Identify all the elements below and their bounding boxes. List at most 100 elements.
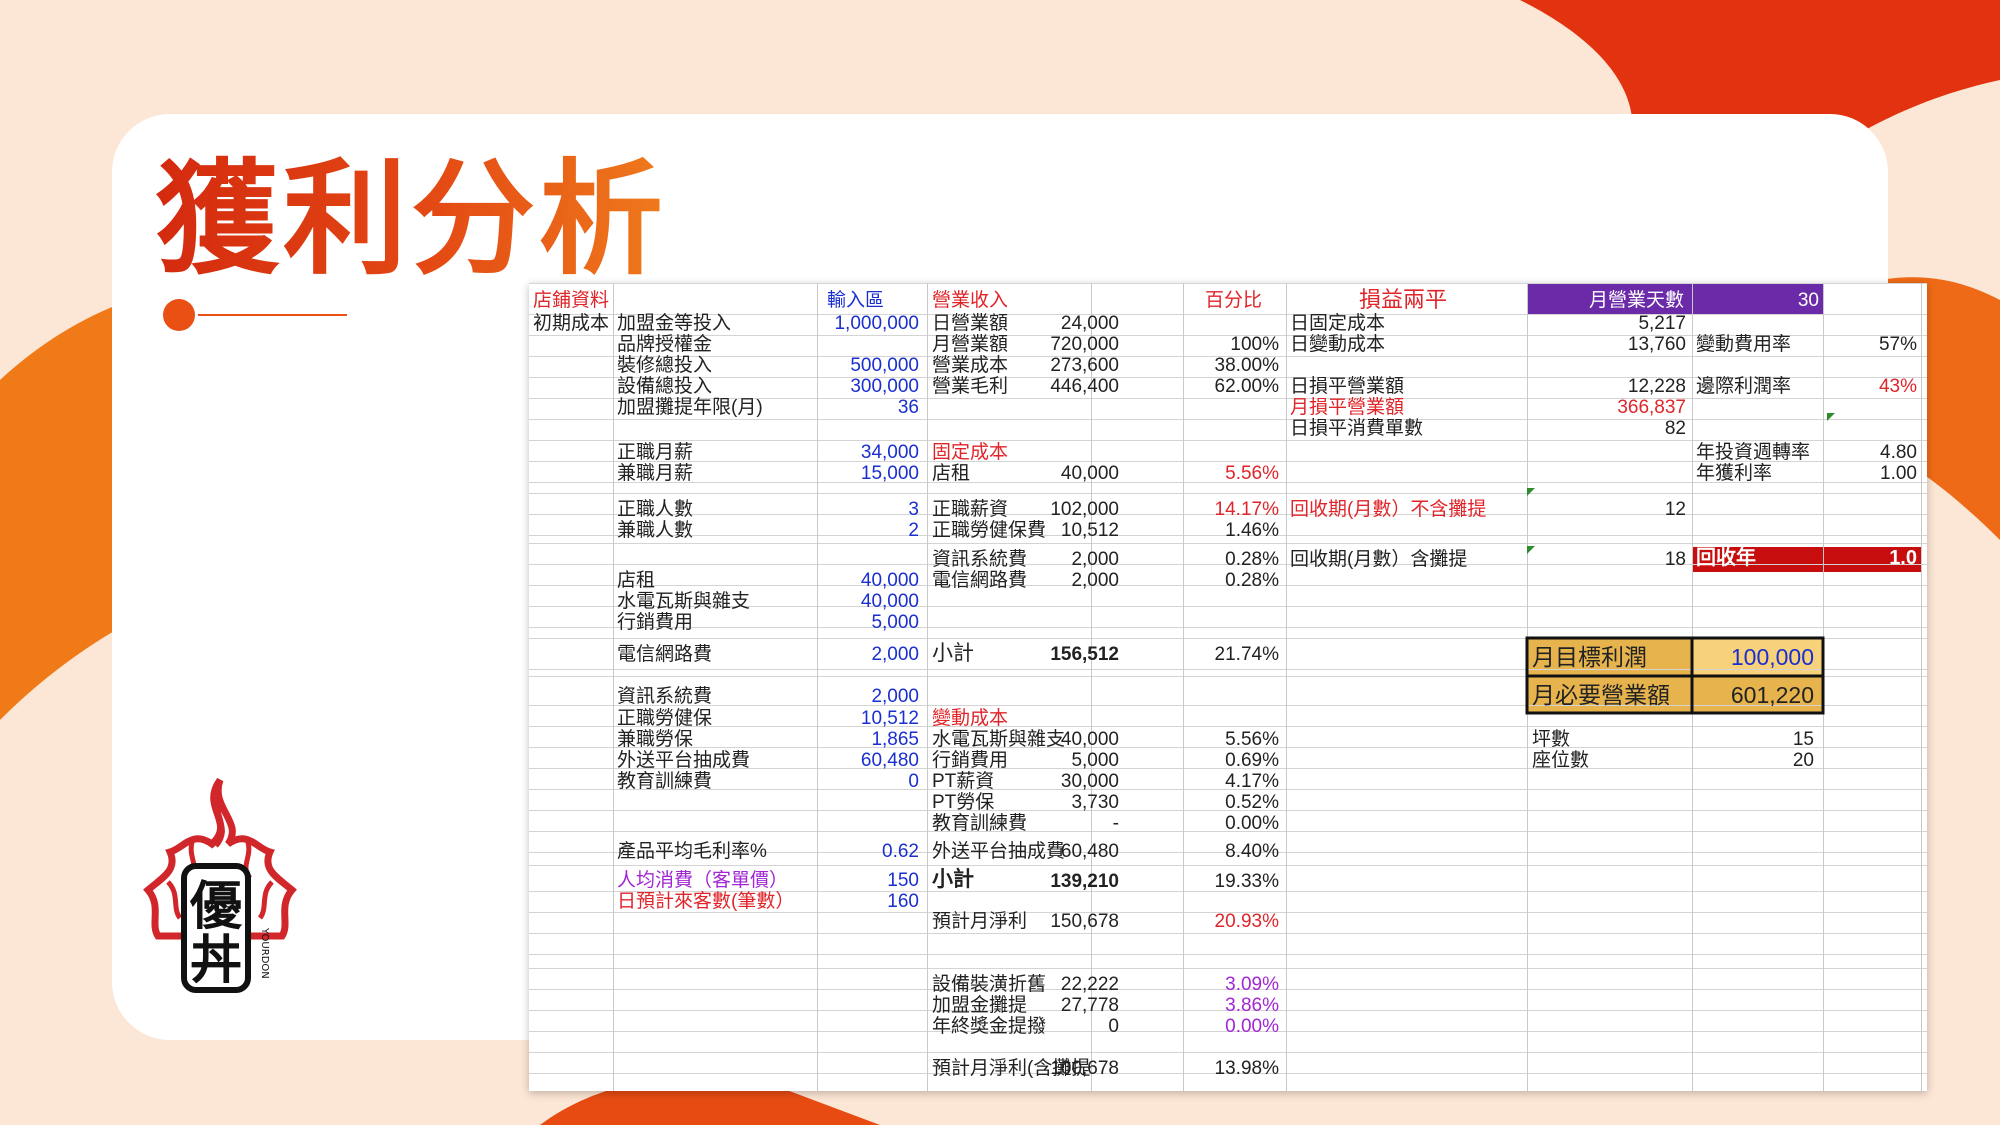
ft-insurance-label: 正職勞健保 bbox=[617, 708, 713, 729]
rev-cogs-value: 273,600 bbox=[1050, 355, 1119, 376]
rev-ft-salary-value: 102,000 bbox=[1050, 499, 1119, 520]
ft-insurance-input[interactable]: 10,512 bbox=[779, 709, 919, 729]
depreciation-value: 22,222 bbox=[1060, 974, 1119, 995]
daily-customers-input[interactable]: 160 bbox=[779, 892, 919, 912]
variable-cost-header: 變動成本 bbox=[932, 708, 1009, 729]
payback-incl-value: 18 bbox=[1664, 549, 1686, 570]
it-system-label: 資訊系統費 bbox=[617, 686, 713, 707]
var-subtotal-label: 小計 bbox=[932, 868, 974, 891]
profit-analysis-spreadsheet: 店鋪資料 輸入區 營業收入 百分比 損益兩平 月營業天數 30 初期成本 加盟金… bbox=[529, 283, 1927, 1091]
rev-cogs-pct: 38.00% bbox=[1214, 355, 1279, 376]
rev-ft-salary-pct: 14.17% bbox=[1214, 499, 1279, 520]
daily-fixed-label: 日固定成本 bbox=[1290, 313, 1386, 334]
telecom-input[interactable]: 2,000 bbox=[779, 645, 919, 665]
seats-value: 20 bbox=[1792, 750, 1814, 771]
ft-salary-label: 正職月薪 bbox=[617, 442, 694, 463]
rev-gross-value: 446,400 bbox=[1050, 376, 1119, 397]
marketing-input[interactable]: 5,000 bbox=[779, 613, 919, 633]
margin-rate-label: 邊際利潤率 bbox=[1696, 376, 1792, 397]
target-profit-label: 月目標利潤 bbox=[1532, 644, 1647, 670]
rev-rent-pct: 5.56% bbox=[1225, 463, 1279, 484]
fixed-subtotal-value: 156,512 bbox=[1050, 644, 1119, 665]
amort-months-input[interactable]: 36 bbox=[779, 398, 919, 418]
gross-margin-label: 產品平均毛利率% bbox=[617, 841, 767, 862]
rev-delivery-pct: 8.40% bbox=[1225, 841, 1279, 862]
var-subtotal-value: 139,210 bbox=[1050, 871, 1119, 892]
daily-variable-value: 13,760 bbox=[1627, 334, 1686, 355]
renovation-input[interactable]: 500,000 bbox=[779, 356, 919, 376]
payback-year-value: 1.0 bbox=[1889, 547, 1917, 569]
header-revenue: 營業收入 bbox=[932, 290, 1009, 311]
daily-variable-label: 日變動成本 bbox=[1290, 334, 1386, 355]
avg-ticket-input[interactable]: 150 bbox=[779, 871, 919, 891]
ft-salary-input[interactable]: 34,000 bbox=[779, 443, 919, 463]
amort-months-label: 加盟攤提年限(月) bbox=[617, 397, 763, 418]
logo-char-top: 優 bbox=[189, 877, 243, 937]
ping-value: 15 bbox=[1792, 729, 1814, 750]
rev-monthly-value: 720,000 bbox=[1050, 334, 1119, 355]
bonus-value: 0 bbox=[1108, 1016, 1119, 1037]
rev-daily-value: 24,000 bbox=[1060, 313, 1119, 334]
monthly-be-sales-label: 月損平營業額 bbox=[1290, 397, 1405, 418]
net-with-amort-pct: 13.98% bbox=[1214, 1058, 1279, 1079]
daily-be-count-label: 日損平消費單數 bbox=[1290, 418, 1424, 439]
header-input-area: 輸入區 bbox=[827, 290, 885, 311]
header-breakeven: 損益兩平 bbox=[1359, 287, 1448, 312]
pt-salary-label: 兼職月薪 bbox=[617, 463, 694, 484]
target-profit-input[interactable]: 100,000 bbox=[1694, 645, 1814, 669]
rev-it-system-pct: 0.28% bbox=[1225, 549, 1279, 570]
required-sales-value: 601,220 bbox=[1730, 682, 1814, 708]
training-label: 教育訓練費 bbox=[617, 771, 713, 792]
rev-marketing-pct: 0.69% bbox=[1225, 750, 1279, 771]
rev-pt-insurance-pct: 0.52% bbox=[1225, 792, 1279, 813]
equipment-input[interactable]: 300,000 bbox=[779, 377, 919, 397]
var-rate-value: 57% bbox=[1878, 334, 1917, 355]
pt-count-input[interactable]: 2 bbox=[779, 521, 919, 541]
rev-training-pct: 0.00% bbox=[1225, 813, 1279, 834]
pt-insurance-input[interactable]: 1,865 bbox=[779, 730, 919, 750]
rent-input[interactable]: 40,000 bbox=[779, 571, 919, 591]
rev-pt-insurance-value: 3,730 bbox=[1071, 792, 1119, 813]
net-with-amort-value: 100,678 bbox=[1050, 1058, 1119, 1079]
rev-pt-salary-value: 30,000 bbox=[1060, 771, 1119, 792]
franchise-fee-input[interactable]: 1,000,000 bbox=[779, 314, 919, 334]
daily-be-sales-label: 日損平營業額 bbox=[1290, 376, 1405, 397]
required-sales-label: 月必要營業額 bbox=[1532, 682, 1670, 708]
rev-pt-salary-pct: 4.17% bbox=[1225, 771, 1279, 792]
daily-fixed-value: 5,217 bbox=[1638, 313, 1686, 334]
rev-monthly-pct: 100% bbox=[1230, 334, 1279, 355]
training-input[interactable]: 0 bbox=[779, 772, 919, 792]
avg-ticket-label: 人均消費（客單價） bbox=[617, 870, 789, 891]
pt-count-label: 兼職人數 bbox=[617, 520, 694, 541]
franchise-fee-label: 加盟金等投入 bbox=[617, 313, 732, 334]
ft-count-input[interactable]: 3 bbox=[779, 500, 919, 520]
utilities-input[interactable]: 40,000 bbox=[779, 592, 919, 612]
turnover-label: 年投資週轉率 bbox=[1696, 442, 1811, 463]
gross-margin-input[interactable]: 0.62 bbox=[779, 842, 919, 862]
depreciation-pct: 3.09% bbox=[1225, 974, 1279, 995]
logo-char-bottom: 丼 bbox=[190, 931, 242, 991]
rev-utilities-pct: 5.56% bbox=[1225, 729, 1279, 750]
payback-excl-label: 回收期(月數）不含攤提 bbox=[1290, 499, 1487, 520]
ft-count-label: 正職人數 bbox=[617, 499, 694, 520]
header-percent: 百分比 bbox=[1205, 290, 1263, 311]
pt-insurance-label: 兼職勞保 bbox=[617, 729, 694, 750]
daily-customers-label: 日預計來客數(筆數） bbox=[617, 891, 795, 912]
month-days-value: 30 bbox=[1797, 290, 1819, 311]
logo-brand-text: YOURDON bbox=[259, 927, 270, 979]
ping-label: 坪數 bbox=[1532, 729, 1571, 750]
rev-telecom-pct: 0.28% bbox=[1225, 570, 1279, 591]
delivery-input[interactable]: 60,480 bbox=[779, 751, 919, 771]
pt-salary-input[interactable]: 15,000 bbox=[779, 464, 919, 484]
fixed-subtotal-pct: 21.74% bbox=[1214, 644, 1279, 665]
delivery-label: 外送平台抽成費 bbox=[617, 750, 751, 771]
var-subtotal-pct: 19.33% bbox=[1214, 871, 1279, 892]
title-underline-decoration bbox=[163, 299, 347, 331]
rev-ft-insurance-pct: 1.46% bbox=[1225, 520, 1279, 541]
marketing-label: 行銷費用 bbox=[617, 612, 694, 633]
rev-delivery-value: 60,480 bbox=[1060, 841, 1119, 862]
it-system-input[interactable]: 2,000 bbox=[779, 687, 919, 707]
rev-gross-pct: 62.00% bbox=[1214, 376, 1279, 397]
brand-license-label: 品牌授權金 bbox=[617, 334, 713, 355]
equipment-label: 設備總投入 bbox=[617, 376, 713, 397]
